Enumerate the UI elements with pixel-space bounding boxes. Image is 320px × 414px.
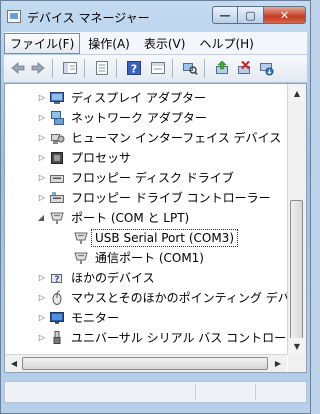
- tree-item-other-devices[interactable]: ▷ ? ほかのデバイス: [5, 268, 287, 288]
- status-bar-divider: [195, 384, 196, 400]
- hid-icon: [51, 134, 65, 144]
- window-controls: — ▢ ✕: [212, 6, 306, 24]
- tree-item-label: USB Serial Port (COM3): [91, 229, 238, 247]
- tree-item-label: マウスとそのほかのポインティング デバイス: [71, 291, 287, 305]
- status-bar: [4, 381, 307, 403]
- tree-item-label: ネットワーク アダプター: [71, 111, 207, 125]
- tree-item-label: ユニバーサル シリアル バス コントローラー: [71, 331, 287, 345]
- forward-arrow-icon[interactable]: [30, 60, 46, 76]
- menu-action[interactable]: 操作(A): [82, 33, 136, 54]
- show-hide-tree-icon[interactable]: [62, 60, 78, 76]
- tree-item-label: フロッピー ドライブ コントローラー: [71, 191, 271, 205]
- usb-icon: [53, 331, 61, 344]
- device-tree[interactable]: ▷ ディスプレイ アダプター ▷ ネットワーク アダプター ▷ ヒューマン イン…: [5, 84, 287, 372]
- tree-item-floppy-disk-drives[interactable]: ▷ フロッピー ディスク ドライブ: [5, 168, 287, 188]
- toolbar-separator: [172, 59, 173, 78]
- scroll-right-button[interactable]: ▶: [270, 355, 286, 371]
- tree-item-network-adapters[interactable]: ▷ ネットワーク アダプター: [5, 108, 287, 128]
- update-driver-icon[interactable]: [214, 60, 230, 76]
- tree-item-label: 通信ポート (COM1): [95, 251, 204, 265]
- tree-item-label: ディスプレイ アダプター: [71, 91, 206, 105]
- tree-item-display-adapters[interactable]: ▷ ディスプレイ アダプター: [5, 88, 287, 108]
- expander-collapsed-icon[interactable]: ▷: [38, 174, 46, 182]
- tree-item-label: フロッピー ディスク ドライブ: [71, 171, 234, 185]
- floppy-drive-icon: [50, 175, 64, 183]
- properties-icon[interactable]: [94, 60, 110, 76]
- minimize-button[interactable]: —: [212, 6, 238, 24]
- expander-collapsed-icon[interactable]: ▷: [38, 274, 46, 282]
- expander-collapsed-icon[interactable]: ▷: [38, 134, 46, 142]
- tree-item-label: ヒューマン インターフェイス デバイス: [71, 131, 282, 145]
- tree-item-label: モニター: [71, 311, 120, 325]
- expander-collapsed-icon[interactable]: ▷: [38, 294, 46, 302]
- vertical-scroll-thumb[interactable]: [290, 200, 303, 342]
- mouse-icon: [52, 290, 62, 305]
- display-adapter-icon: [50, 92, 64, 104]
- port-icon: [50, 212, 64, 224]
- floppy-controller-icon: [50, 192, 64, 203]
- toolbar: ?: [4, 55, 307, 83]
- other-device-icon: ?: [51, 274, 62, 285]
- menu-help[interactable]: ヘルプ(H): [193, 33, 259, 54]
- toolbar-separator: [116, 59, 117, 78]
- scan-hardware-icon[interactable]: [182, 60, 198, 76]
- tree-item-label: ポート (COM と LPT): [71, 211, 190, 225]
- scroll-down-button[interactable]: ▼: [289, 338, 305, 354]
- tree-item-usb-controllers[interactable]: ▷ ユニバーサル シリアル バス コントローラー: [5, 328, 287, 348]
- tree-item-processors[interactable]: ▷ プロセッサ: [5, 148, 287, 168]
- device-manager-window: デバイス マネージャー — ▢ ✕ ファイル(F) 操作(A) 表示(V) ヘル…: [0, 0, 311, 414]
- svg-text:?: ?: [54, 275, 59, 285]
- svg-text:?: ?: [131, 63, 137, 76]
- port-icon: [74, 232, 88, 244]
- expander-collapsed-icon[interactable]: ▷: [38, 154, 46, 162]
- tree-item-communications-port[interactable]: 通信ポート (COM1): [5, 248, 287, 268]
- menu-file[interactable]: ファイル(F): [4, 32, 81, 54]
- toolbar-separator: [84, 59, 85, 78]
- help-icon[interactable]: ?: [126, 60, 142, 76]
- tree-item-label: ほかのデバイス: [71, 271, 155, 285]
- tree-item-floppy-drive-controllers[interactable]: ▷ フロッピー ドライブ コントローラー: [5, 188, 287, 208]
- scroll-up-button[interactable]: ▲: [289, 85, 305, 101]
- vertical-scrollbar[interactable]: ▲ ▼: [287, 84, 306, 355]
- tree-item-monitors[interactable]: ▷ モニター: [5, 308, 287, 328]
- expander-collapsed-icon[interactable]: ▷: [38, 194, 46, 202]
- action-pane-icon[interactable]: [150, 60, 166, 76]
- tree-item-mice[interactable]: ▷ マウスとそのほかのポインティング デバイス: [5, 288, 287, 308]
- tree-item-usb-serial-port[interactable]: USB Serial Port (COM3): [5, 228, 287, 248]
- toolbar-separator: [52, 59, 53, 78]
- device-manager-app-icon: [7, 10, 21, 23]
- close-button[interactable]: ✕: [264, 6, 306, 24]
- processor-icon: [51, 152, 63, 164]
- tree-item-human-interface-devices[interactable]: ▷ ヒューマン インターフェイス デバイス: [5, 128, 287, 148]
- tree-item-ports[interactable]: ◢ ポート (COM と LPT): [5, 208, 287, 228]
- title-bar[interactable]: デバイス マネージャー — ▢ ✕: [1, 1, 310, 33]
- back-arrow-icon[interactable]: [10, 60, 26, 76]
- expander-collapsed-icon[interactable]: ▷: [38, 114, 46, 122]
- horizontal-scrollbar[interactable]: ◀ ▶: [5, 354, 287, 372]
- horizontal-scroll-thumb[interactable]: [22, 357, 268, 370]
- port-icon: [74, 252, 88, 264]
- device-tree-panel: ▷ ディスプレイ アダプター ▷ ネットワーク アダプター ▷ ヒューマン イン…: [4, 83, 307, 373]
- monitor-icon: [50, 312, 64, 324]
- scrollbar-corner: [288, 355, 306, 372]
- menu-view[interactable]: 表示(V): [138, 33, 192, 54]
- toolbar-separator: [204, 59, 205, 78]
- disable-device-icon[interactable]: [236, 60, 252, 76]
- tree-item-label: プロセッサ: [71, 151, 132, 165]
- uninstall-device-icon[interactable]: [258, 60, 274, 76]
- scroll-left-button[interactable]: ◀: [6, 355, 22, 371]
- expander-collapsed-icon[interactable]: ▷: [38, 94, 46, 102]
- menu-bar: ファイル(F) 操作(A) 表示(V) ヘルプ(H): [4, 32, 307, 54]
- expander-collapsed-icon[interactable]: ▷: [38, 334, 46, 342]
- maximize-button[interactable]: ▢: [238, 6, 264, 24]
- expander-expanded-icon[interactable]: ◢: [37, 214, 45, 222]
- expander-collapsed-icon[interactable]: ▷: [38, 314, 46, 322]
- window-title: デバイス マネージャー: [27, 11, 150, 25]
- network-adapter-icon: [51, 111, 64, 125]
- status-bar-divider: [255, 384, 256, 400]
